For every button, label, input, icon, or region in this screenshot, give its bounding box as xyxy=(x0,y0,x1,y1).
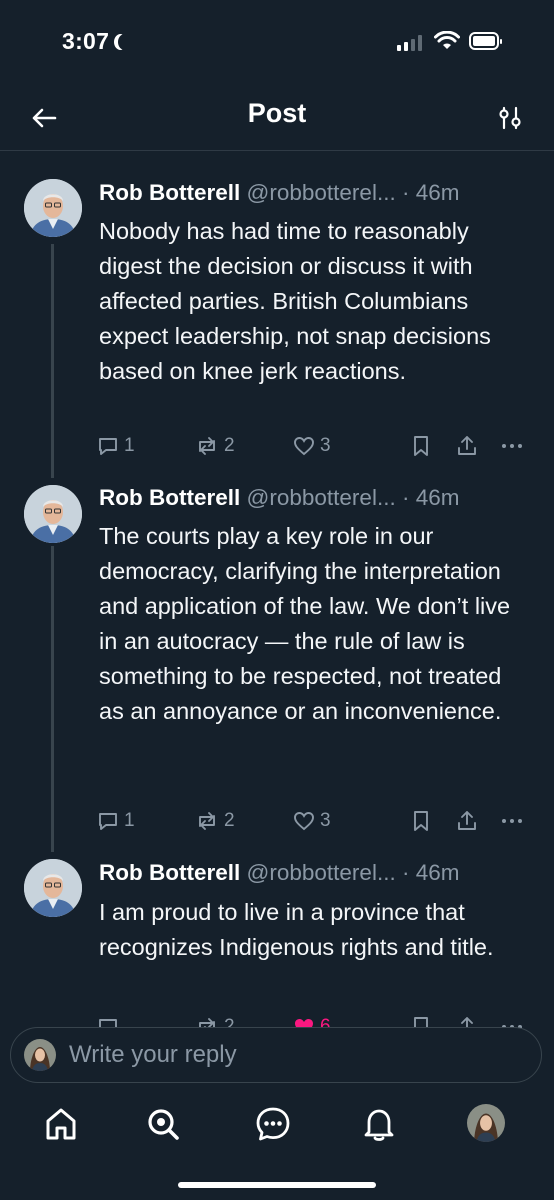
reply-icon xyxy=(99,438,117,455)
repost-count: 2 xyxy=(224,810,235,831)
share-button[interactable] xyxy=(455,1012,479,1028)
post-meta: Rob Botterell @robbotterel... · 46m xyxy=(99,860,460,886)
bookmark-button[interactable] xyxy=(410,431,432,461)
reply-button[interactable]: 1 xyxy=(96,431,135,461)
home-indicator[interactable] xyxy=(178,1182,376,1188)
heart-icon xyxy=(294,812,314,831)
user-avatar xyxy=(24,1039,56,1071)
messages-icon[interactable] xyxy=(253,1104,293,1144)
meta-separator: · xyxy=(401,860,410,885)
share-button[interactable] xyxy=(455,431,479,461)
avatar[interactable] xyxy=(24,485,82,543)
post[interactable]: Rob Botterell @robbotterel... · 46m The … xyxy=(0,475,554,855)
avatar[interactable] xyxy=(24,859,82,917)
reply-icon xyxy=(99,813,117,830)
repost-button[interactable]: 2 xyxy=(194,806,235,836)
more-dots-icon xyxy=(502,444,522,448)
post-text: The courts play a key role in our democr… xyxy=(99,523,511,724)
post-text: Nobody has had time to reasonably digest… xyxy=(99,218,491,384)
more-button[interactable] xyxy=(499,1012,525,1028)
like-button[interactable]: 3 xyxy=(292,431,331,461)
author-handle[interactable]: @robbotterel... xyxy=(247,860,396,885)
repost-count: 2 xyxy=(224,435,235,456)
reply-count: 1 xyxy=(124,435,135,456)
more-button[interactable] xyxy=(499,431,525,461)
reply-button[interactable] xyxy=(96,1012,124,1028)
bookmark-button[interactable] xyxy=(410,806,432,836)
share-icon xyxy=(458,811,476,830)
post[interactable]: Rob Botterell @robbotterel... · 46m Nobo… xyxy=(0,170,554,480)
like-count: 3 xyxy=(320,435,331,456)
meta-separator: · xyxy=(401,485,410,510)
post-header: Post xyxy=(0,86,554,151)
repost-icon xyxy=(199,812,215,830)
post-meta: Rob Botterell @robbotterel... · 46m xyxy=(99,180,460,206)
post[interactable]: Rob Botterell @robbotterel... · 46m I am… xyxy=(0,850,554,1025)
repost-icon xyxy=(199,437,215,455)
bookmark-icon xyxy=(414,436,428,456)
heart-icon xyxy=(294,437,314,456)
profile-avatar[interactable] xyxy=(467,1104,505,1142)
post-actions: 2 6 xyxy=(96,1012,536,1028)
meta-separator: · xyxy=(401,180,410,205)
post-text: I am proud to live in a province that re… xyxy=(99,899,494,960)
status-time: 3:07 xyxy=(62,28,131,55)
post-time: 46m xyxy=(415,180,460,205)
notifications-icon[interactable] xyxy=(359,1104,399,1144)
status-bar: 3:07 xyxy=(0,0,554,90)
post-time: 46m xyxy=(415,860,460,885)
share-button[interactable] xyxy=(455,806,479,836)
reply-count: 1 xyxy=(124,810,135,831)
author-handle[interactable]: @robbotterel... xyxy=(247,485,396,510)
focus-moon-icon xyxy=(118,34,131,50)
bookmark-icon xyxy=(414,811,428,831)
repost-button[interactable]: 2 xyxy=(194,1012,235,1028)
reply-placeholder: Write your reply xyxy=(69,1041,237,1068)
like-button[interactable]: 6 xyxy=(292,1012,331,1028)
post-actions-partial: 2 6 xyxy=(0,1010,554,1028)
author-name[interactable]: Rob Botterell xyxy=(99,860,240,885)
author-name[interactable]: Rob Botterell xyxy=(99,180,240,205)
bookmark-button[interactable] xyxy=(410,1012,432,1028)
reply-button[interactable]: 1 xyxy=(96,806,135,836)
avatar[interactable] xyxy=(24,179,82,237)
author-handle[interactable]: @robbotterel... xyxy=(247,180,396,205)
like-count: 3 xyxy=(320,810,331,831)
search-icon[interactable] xyxy=(143,1104,183,1144)
post-actions: 1 2 3 xyxy=(96,431,536,461)
reply-input[interactable]: Write your reply xyxy=(10,1027,542,1083)
wifi-icon xyxy=(434,31,460,49)
more-dots-icon xyxy=(502,819,522,823)
page-title: Post xyxy=(247,98,307,128)
signal-icon xyxy=(397,35,423,51)
repost-button[interactable]: 2 xyxy=(194,431,235,461)
more-button[interactable] xyxy=(499,806,525,836)
post-meta: Rob Botterell @robbotterel... · 46m xyxy=(99,485,460,511)
post-time: 46m xyxy=(415,485,460,510)
post-actions: 1 2 3 xyxy=(96,806,536,836)
home-icon[interactable] xyxy=(41,1104,81,1144)
share-icon xyxy=(458,436,476,455)
battery-icon xyxy=(469,32,502,50)
like-button[interactable]: 3 xyxy=(292,806,331,836)
author-name[interactable]: Rob Botterell xyxy=(99,485,240,510)
settings-sliders-icon[interactable] xyxy=(494,102,526,134)
